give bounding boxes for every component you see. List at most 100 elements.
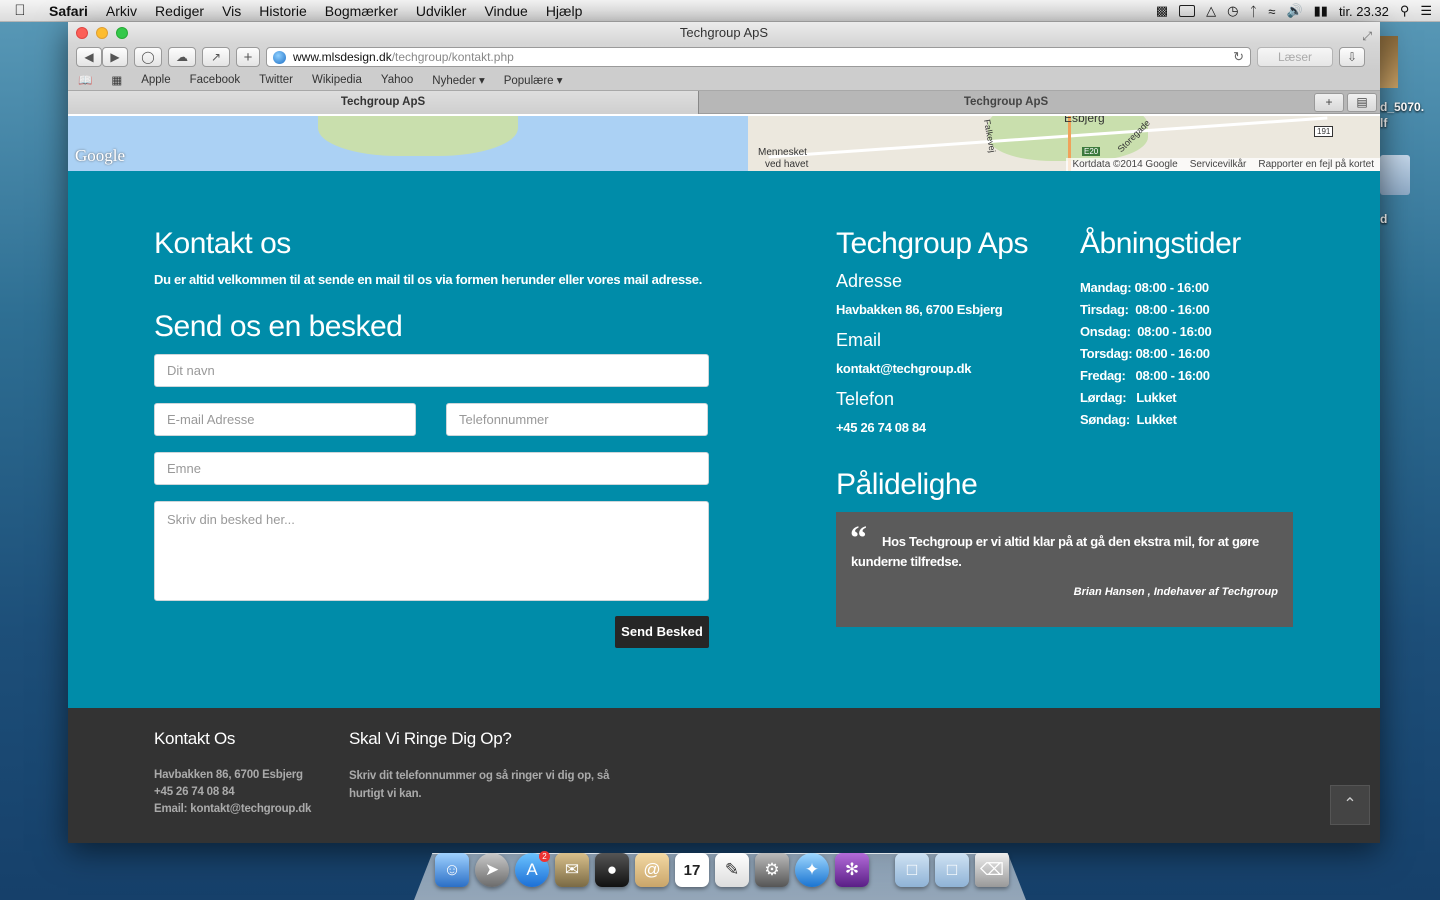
minimize-window-button[interactable]: [96, 27, 108, 39]
subject-field[interactable]: Emne: [154, 452, 709, 485]
road-badge: E20: [1082, 147, 1101, 156]
bookmark-facebook[interactable]: Facebook: [190, 74, 241, 86]
zoom-window-button[interactable]: [116, 27, 128, 39]
phone-value[interactable]: +45 26 74 08 84: [836, 420, 926, 435]
email-field[interactable]: E-mail Adresse: [154, 403, 416, 436]
airplay-icon[interactable]: △: [1206, 3, 1216, 19]
bookmark-yahoo[interactable]: Yahoo: [381, 74, 413, 86]
facetime-icon[interactable]: ●: [595, 853, 629, 887]
window-icon[interactable]: [1179, 5, 1196, 17]
menu-app-safari[interactable]: Safari: [40, 3, 97, 19]
reader-button[interactable]: Læser: [1257, 47, 1333, 67]
apple-menu-icon[interactable]: : [0, 2, 40, 19]
menu-arkiv[interactable]: Arkiv: [97, 3, 146, 19]
hours-day: Tirsdag:: [1080, 302, 1129, 317]
tab-active[interactable]: Techgroup ApS: [68, 91, 699, 114]
menu-vindue[interactable]: Vindue: [475, 3, 536, 19]
reading-list-icon[interactable]: 📖: [78, 73, 92, 87]
testimonial-box: “ Hos Techgroup er vi altid klar på at g…: [836, 512, 1293, 627]
footer-phone: +45 26 74 08 84: [154, 786, 235, 798]
send-message-button[interactable]: Send Besked: [615, 616, 709, 648]
trash-icon[interactable]: ⌫: [975, 853, 1009, 887]
menu-bogmaerker[interactable]: Bogmærker: [316, 3, 407, 19]
show-all-tabs-button[interactable]: ▤: [1347, 93, 1377, 112]
forward-button[interactable]: ▶: [102, 47, 128, 67]
notes-icon[interactable]: ✎: [715, 853, 749, 887]
map-label: Mennesket: [758, 147, 807, 158]
bookmark-nyheder[interactable]: Nyheder ▾: [432, 73, 484, 87]
contacts-icon[interactable]: @: [635, 853, 669, 887]
hours-day: Mandag:: [1080, 280, 1132, 295]
wifi-icon[interactable]: ≈: [1268, 4, 1275, 19]
grid-icon: ◯: [141, 50, 155, 64]
top-sites-button[interactable]: ◯: [134, 47, 162, 67]
reload-icon[interactable]: ↻: [1233, 49, 1244, 65]
menu-udvikler[interactable]: Udvikler: [407, 3, 476, 19]
map-report-link[interactable]: Rapporter en fejl på kortet: [1258, 159, 1374, 170]
safari-icon[interactable]: ✦: [795, 853, 829, 887]
name-field[interactable]: Dit navn: [154, 354, 709, 387]
hours-time: Lukket: [1136, 412, 1177, 427]
cloud-icon: ☁: [176, 50, 188, 64]
window-controls: [76, 27, 128, 39]
hours-day: Lørdag:: [1080, 390, 1127, 405]
desktop-image-icon[interactable]: [1380, 36, 1398, 88]
map-attribution: Kortdata ©2014 Google Servicevilkår Rapp…: [1066, 158, 1380, 171]
truck-icon[interactable]: ▩: [1156, 3, 1168, 19]
phone-label: Telefon: [836, 389, 895, 409]
scroll-to-top-button[interactable]: ⌃: [1330, 785, 1370, 825]
time-machine-icon[interactable]: ◷: [1227, 3, 1238, 19]
mail-icon[interactable]: ✉: [555, 853, 589, 887]
message-field[interactable]: Skriv din besked her...: [154, 501, 709, 601]
downloads-button[interactable]: ⇩: [1339, 47, 1365, 67]
menu-bar:  Safari Arkiv Rediger Vis Historie Bogm…: [0, 0, 1440, 22]
desktop-file-label[interactable]: d_5070.: [1380, 100, 1424, 114]
google-map[interactable]: Google Mennesket ved havet Esbjerg Falke…: [68, 116, 1380, 171]
bluetooth-icon[interactable]: ᛏ: [1249, 4, 1257, 19]
map-terms-link[interactable]: Servicevilkår: [1190, 159, 1247, 170]
hours-row: Onsdag: 08:00 - 16:00: [1080, 321, 1212, 343]
clock[interactable]: tir. 23.32: [1339, 4, 1389, 19]
battery-icon[interactable]: ▮▮: [1314, 3, 1328, 19]
downloads-folder-icon[interactable]: □: [935, 853, 969, 887]
system-preferences-icon[interactable]: ⚙: [755, 853, 789, 887]
close-window-button[interactable]: [76, 27, 88, 39]
status-area: ▩ △ ◷ ᛏ ≈ 🔊 ▮▮ tir. 23.32 ⚲ ☰: [1156, 0, 1432, 22]
desktop-file-label[interactable]: lf: [1380, 116, 1387, 130]
menu-vis[interactable]: Vis: [213, 3, 250, 19]
footer-callback-text: hurtigt vi kan.: [349, 788, 422, 800]
icloud-tabs-button[interactable]: ☁: [168, 47, 196, 67]
new-tab-button[interactable]: +: [1314, 93, 1344, 112]
bookmark-wikipedia[interactable]: Wikipedia: [312, 74, 362, 86]
contact-title: Kontakt os: [154, 227, 291, 260]
calendar-icon[interactable]: 17: [675, 853, 709, 887]
share-button[interactable]: ↗: [202, 47, 230, 67]
bookmark-twitter[interactable]: Twitter: [259, 74, 293, 86]
add-bookmark-button[interactable]: +: [236, 47, 260, 67]
contact-section: Kontakt os Du er altid velkommen til at …: [68, 171, 1380, 708]
notification-center-icon[interactable]: ☰: [1420, 3, 1432, 19]
menu-historie[interactable]: Historie: [250, 3, 315, 19]
back-button[interactable]: ◀: [76, 47, 102, 67]
top-sites-grid-icon[interactable]: ▦: [111, 73, 122, 87]
volume-icon[interactable]: 🔊: [1286, 3, 1302, 19]
address-bar[interactable]: www.mlsdesign.dk/techgroup/kontakt.php ↻: [266, 47, 1251, 67]
desktop-folder-icon[interactable]: [1380, 155, 1410, 195]
menu-hjaelp[interactable]: Hjælp: [537, 3, 592, 19]
bookmark-apple[interactable]: Apple: [141, 74, 170, 86]
hours-day: Søndag:: [1080, 412, 1130, 427]
contact-intro: Du er altid velkommen til at sende en ma…: [154, 272, 703, 287]
spotlight-icon[interactable]: ⚲: [1400, 3, 1410, 19]
menu-rediger[interactable]: Rediger: [146, 3, 213, 19]
tab-inactive[interactable]: Techgroup ApS: [700, 91, 1312, 114]
finder-icon[interactable]: ☺: [435, 853, 469, 887]
applications-folder-icon[interactable]: □: [895, 853, 929, 887]
bookmark-populaere[interactable]: Populære ▾: [504, 73, 563, 87]
aperture-icon[interactable]: ✻: [835, 853, 869, 887]
launchpad-icon[interactable]: ➤: [475, 853, 509, 887]
hours-row: Søndag: Lukket: [1080, 409, 1211, 431]
window-title: Techgroup ApS: [679, 25, 769, 40]
desktop-file-label[interactable]: d: [1380, 212, 1387, 226]
email-value[interactable]: kontakt@techgroup.dk: [836, 361, 972, 376]
phone-field[interactable]: Telefonnummer: [446, 403, 708, 436]
